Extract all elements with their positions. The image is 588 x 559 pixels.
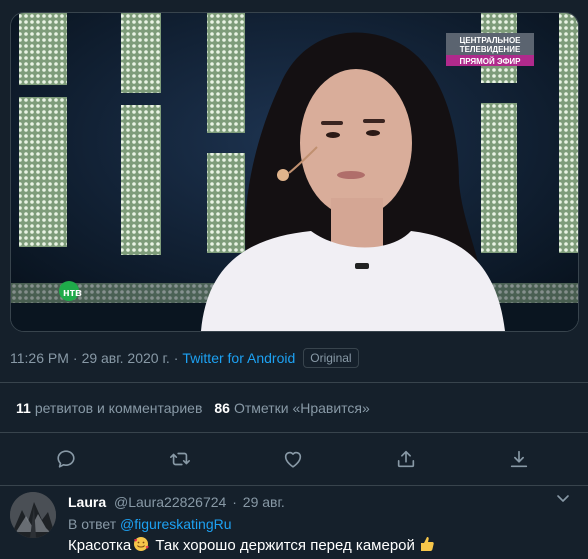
channel-logo-text: нтв	[63, 287, 82, 299]
chevron-down-icon	[557, 495, 569, 502]
reply-text-part2: Так хорошо держится перед камерой	[155, 537, 415, 554]
likes-stat[interactable]: 86 Отметки «Нравится»	[214, 400, 369, 416]
reply-mention-link[interactable]: @figureskatingRu	[120, 516, 232, 532]
reply-icon	[57, 450, 75, 468]
reply-header: Laura @Laura22826724 · 29 авг.	[68, 494, 285, 510]
reply-date[interactable]: 29 авг.	[243, 494, 285, 510]
retweets-label: ретвитов и комментариев	[34, 400, 203, 416]
retweet-icon	[170, 452, 190, 466]
likes-label: Отметки «Нравится»	[233, 400, 370, 416]
tweet-stats: 11 ретвитов и комментариев 86 Отметки «Нра…	[16, 400, 370, 416]
separator-dot: ·	[72, 350, 78, 366]
reply-author-handle[interactable]: @Laura22826724	[114, 494, 226, 510]
share-button[interactable]	[392, 445, 420, 473]
reply-button[interactable]	[52, 445, 80, 473]
original-badge: Original	[303, 348, 359, 368]
reply-tweet[interactable]: Laura @Laura22826724 · 29 авг. В ответ @…	[0, 486, 588, 559]
smiling-face-with-hearts-icon	[134, 537, 149, 551]
retweets-stat[interactable]: 11 ретвитов и комментариев	[16, 400, 202, 416]
share-icon	[397, 450, 415, 468]
download-icon	[510, 450, 528, 468]
avatar[interactable]	[10, 492, 56, 538]
retweets-count: 11	[16, 400, 31, 416]
live-badge: ПРЯМОЙ ЭФИР	[460, 57, 522, 66]
thumbs-up-icon	[421, 537, 434, 551]
tweet-time[interactable]: 11:26 PM	[10, 350, 69, 366]
channel-badge-line2: ТЕЛЕВИДЕНИЕ	[460, 45, 521, 54]
tweet-action-bar	[0, 445, 588, 473]
in-reply-prefix: В ответ	[68, 516, 117, 532]
divider	[0, 432, 588, 433]
in-reply-to: В ответ @figureskatingRu	[68, 516, 232, 532]
reply-text: Красотка Так хорошо держится перед камер…	[68, 536, 435, 554]
tweet-media-image[interactable]: нтв ЦЕНТРАЛЬНОЕ ТЕЛЕВИДЕНИЕ ПРЯМОЙ ЭФИР	[10, 12, 579, 332]
channel-badge-line1: ЦЕНТРАЛЬНОЕ	[459, 36, 521, 45]
more-options-button[interactable]	[554, 492, 572, 506]
separator-dot: ·	[232, 494, 237, 510]
divider	[0, 382, 588, 383]
separator-dot: ·	[173, 350, 179, 366]
reply-author-name[interactable]: Laura	[68, 494, 106, 510]
retweet-button[interactable]	[166, 445, 194, 473]
tweet-date[interactable]: 29 авг. 2020 г.	[82, 350, 170, 366]
like-button[interactable]	[279, 445, 307, 473]
like-icon	[284, 451, 302, 468]
tweet-timestamp-line: 11:26 PM · 29 авг. 2020 г. · Twitter for…	[10, 347, 359, 369]
tweet-source-link[interactable]: Twitter for Android	[182, 350, 295, 366]
likes-count: 86	[214, 400, 230, 416]
download-button[interactable]	[505, 445, 533, 473]
reply-text-part1: Красотка	[68, 537, 132, 554]
